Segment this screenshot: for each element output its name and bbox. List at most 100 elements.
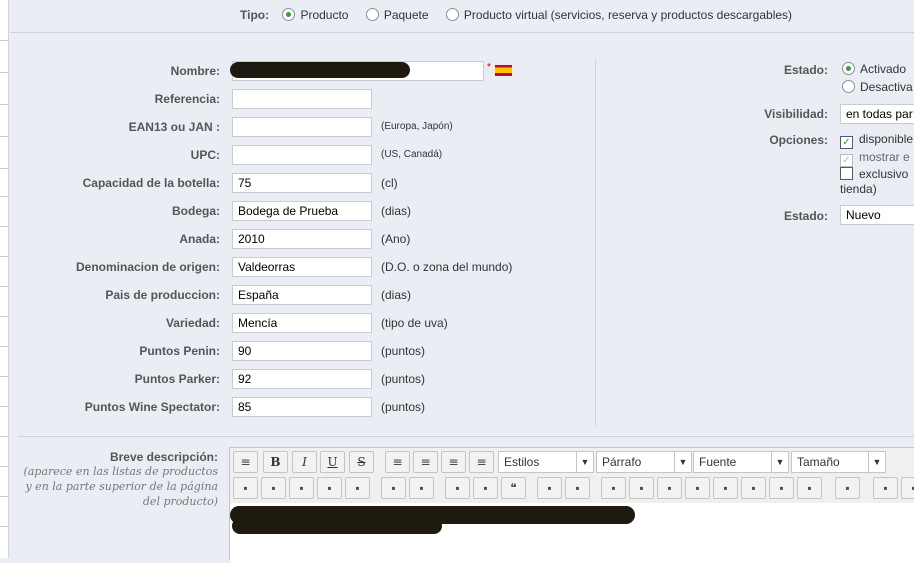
nombre-label: Nombre: — [170, 64, 220, 78]
tipo-virtual[interactable]: Producto virtual (servicios, reserva y p… — [445, 8, 793, 22]
image-icon[interactable]: ▪ — [685, 477, 710, 499]
media-icon[interactable]: ▪ — [873, 477, 898, 499]
condicion-label: Estado: — [783, 209, 828, 223]
field-input[interactable]: Mencía — [232, 313, 372, 333]
field-input[interactable]: 92 — [232, 369, 372, 389]
opciones-label: Opciones: — [769, 133, 828, 147]
field-input[interactable]: 90 — [232, 341, 372, 361]
field-label: Puntos Penin: — [139, 344, 220, 358]
estado-desactivado[interactable]: Desactiva — [842, 80, 913, 94]
field-label: Bodega: — [172, 204, 220, 218]
field-hint: (D.O. o zona del mundo) — [381, 260, 513, 274]
field-input[interactable]: Bodega de Prueba — [232, 201, 372, 221]
paste-icon[interactable]: ▪ — [289, 477, 314, 499]
table-icon[interactable]: ▪ — [901, 477, 914, 499]
field-input[interactable] — [232, 89, 372, 109]
chevron-down-icon: ▼ — [576, 452, 593, 472]
tipo-label: Tipo: — [240, 8, 270, 22]
tamaño-dropdown[interactable]: Tamaño ▼ — [791, 451, 886, 473]
blockquote-icon[interactable]: ❝ — [501, 477, 526, 499]
field-hint: (puntos) — [381, 344, 426, 358]
field-input[interactable]: España — [232, 285, 372, 305]
cut-icon[interactable]: ▪ — [233, 477, 258, 499]
condicion-select[interactable]: Nuevo — [840, 205, 914, 225]
align-right-icon[interactable]: ≡ — [441, 451, 466, 473]
column-divider — [595, 60, 596, 426]
description-note: (aparece en las listas de productos y en… — [23, 465, 218, 508]
radio-icon[interactable] — [445, 8, 459, 21]
field-hint: (Europa, Japón) — [381, 121, 453, 132]
indent-icon[interactable]: ▪ — [473, 477, 498, 499]
radio-icon[interactable] — [842, 62, 855, 75]
html-icon[interactable]: ▪ — [769, 477, 794, 499]
visibilidad-select[interactable]: en todas par — [840, 104, 914, 124]
field-label: Puntos Parker: — [134, 372, 220, 386]
tipo-paquete[interactable]: Paquete — [365, 8, 429, 22]
justify-icon[interactable]: ≡ — [469, 451, 494, 473]
estado-desactivado-label: Desactiva — [860, 80, 913, 94]
cleanup-icon[interactable]: ▪ — [713, 477, 738, 499]
unlink-icon[interactable]: ▪ — [629, 477, 654, 499]
divider — [10, 32, 914, 33]
description-label-block: Breve descripción: (aparece en las lista… — [0, 450, 218, 509]
field-input[interactable] — [232, 117, 372, 137]
redo-icon[interactable]: ▪ — [565, 477, 590, 499]
checkbox-icon[interactable] — [840, 167, 853, 180]
spanish-flag-icon[interactable] — [495, 65, 512, 76]
radio-icon[interactable] — [282, 8, 296, 21]
field-label: Denominacion de origen: — [75, 260, 220, 274]
checkbox-icon[interactable]: ✓ — [840, 154, 853, 167]
paste-text-icon[interactable]: ▪ — [317, 477, 342, 499]
outdent-icon[interactable]: ▪ — [445, 477, 470, 499]
redaction — [232, 518, 442, 534]
bg-color-icon[interactable]: ▪ — [835, 477, 860, 499]
numbered-list-icon[interactable]: ▪ — [409, 477, 434, 499]
italic-button[interactable]: I — [292, 451, 317, 473]
estado-activado[interactable]: Activado — [842, 62, 906, 76]
field-input[interactable]: 2010 — [232, 229, 372, 249]
undo-icon[interactable]: ▪ — [537, 477, 562, 499]
opcion-label: exclusivo — [859, 167, 909, 181]
fuente-dropdown[interactable]: Fuente ▼ — [693, 451, 789, 473]
align-left-icon[interactable]: ≡ — [385, 451, 410, 473]
dropdown-label: Fuente — [699, 455, 737, 469]
align-center-icon[interactable]: ≡ — [413, 451, 438, 473]
field-input[interactable]: 75 — [232, 173, 372, 193]
tipo-producto[interactable]: Producto — [282, 8, 348, 22]
link-icon[interactable]: ▪ — [601, 477, 626, 499]
required-marker: * — [487, 62, 491, 73]
field-hint: (dias) — [381, 204, 412, 218]
field-label: Variedad: — [165, 316, 220, 330]
bold-button[interactable]: B — [263, 451, 288, 473]
bullet-list-icon[interactable]: ▪ — [381, 477, 406, 499]
divider — [18, 436, 914, 437]
anchor-icon[interactable]: ▪ — [657, 477, 682, 499]
field-input[interactable]: 85 — [232, 397, 372, 417]
field-label: Puntos Wine Spectator: — [84, 400, 220, 414]
radio-icon[interactable] — [365, 8, 379, 21]
paste-word-icon[interactable]: ▪ — [345, 477, 370, 499]
help-icon[interactable]: ▪ — [741, 477, 766, 499]
strikethrough-button[interactable]: S — [349, 451, 374, 473]
estado-label: Estado: — [783, 63, 828, 77]
field-hint: (cl) — [381, 176, 398, 190]
opcion-exclusivo[interactable]: exclusivo — [840, 167, 908, 181]
radio-icon[interactable] — [842, 80, 855, 93]
field-hint: (puntos) — [381, 372, 426, 386]
field-input[interactable]: Valdeorras — [232, 257, 372, 277]
new-document-icon[interactable]: ≡ — [233, 451, 258, 473]
tipo-virtual-label: Producto virtual (servicios, reserva y p… — [463, 8, 793, 22]
opcion-mostrar[interactable]: ✓ mostrar e — [840, 150, 910, 167]
underline-button[interactable]: U — [320, 451, 345, 473]
estilos-dropdown[interactable]: Estilos ▼ — [498, 451, 594, 473]
opcion-disponible[interactable]: ✓ disponible — [840, 132, 913, 149]
párrafo-dropdown[interactable]: Párrafo ▼ — [596, 451, 692, 473]
text-color-icon[interactable]: ▪ — [797, 477, 822, 499]
field-input[interactable] — [232, 145, 372, 165]
rich-text-editor: ≡ B I U S ≡ ≡ ≡ ≡ Estilos ▼ Párrafo ▼ Fuente ▼ Tamaño ▼ ▪… — [229, 447, 914, 563]
visibilidad-label: Visibilidad: — [764, 107, 828, 121]
checkbox-icon[interactable]: ✓ — [840, 136, 853, 149]
field-hint: (Ano) — [381, 232, 411, 246]
copy-icon[interactable]: ▪ — [261, 477, 286, 499]
tipo-producto-label: Producto — [300, 8, 349, 22]
